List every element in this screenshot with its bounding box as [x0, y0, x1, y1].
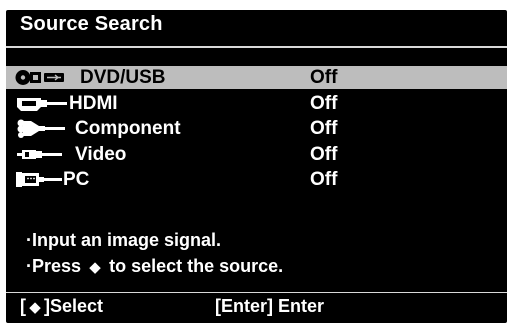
title-divider: [6, 46, 507, 48]
source-name: HDMI: [69, 92, 118, 114]
help-line-press: ·Press ◆ to select the source.: [26, 253, 283, 281]
help-text: ·Input an image signal. ·Press ◆ to sele…: [26, 227, 283, 281]
source-name: DVD/USB: [80, 67, 166, 88]
source-state: Off: [310, 67, 338, 88]
footer-hints: [◆]Select [Enter] Enter: [20, 296, 324, 317]
help-line-input: ·Input an image signal.: [26, 230, 222, 250]
source-row-hdmi[interactable]: HDMI Off: [6, 92, 507, 115]
source-row-video[interactable]: Video Off: [6, 143, 507, 166]
help-press-suffix: to select the source.: [109, 256, 284, 276]
up-down-arrow-icon: ◆: [29, 299, 41, 316]
enter-hint: [Enter] Enter: [215, 296, 325, 316]
hdmi-icon: [15, 94, 75, 113]
source-state: Off: [310, 169, 338, 190]
footer-divider: [6, 292, 507, 293]
video-icon: [15, 145, 75, 164]
source-state: Off: [310, 118, 338, 139]
component-icon: [15, 119, 75, 138]
dvd-usb-icon: [15, 68, 75, 87]
menu-title: Source Search: [20, 13, 163, 35]
select-hint-label: ]Select: [44, 296, 104, 316]
source-row-pc[interactable]: PC Off: [6, 168, 507, 191]
source-search-menu: Source Search DVD/USB Off HDMI Off Compo…: [6, 10, 507, 323]
source-name: PC: [63, 169, 90, 190]
help-press-prefix: ·Press: [26, 256, 82, 276]
source-name: Component: [75, 118, 181, 139]
up-down-arrow-icon: ◆: [89, 259, 101, 276]
source-row-component[interactable]: Component Off: [6, 117, 507, 140]
source-state: Off: [310, 143, 338, 165]
source-list: DVD/USB Off HDMI Off Component Off Video…: [6, 66, 507, 194]
source-row-dvd-usb[interactable]: DVD/USB Off: [6, 66, 507, 89]
source-state: Off: [310, 92, 338, 114]
source-name: Video: [75, 143, 127, 165]
